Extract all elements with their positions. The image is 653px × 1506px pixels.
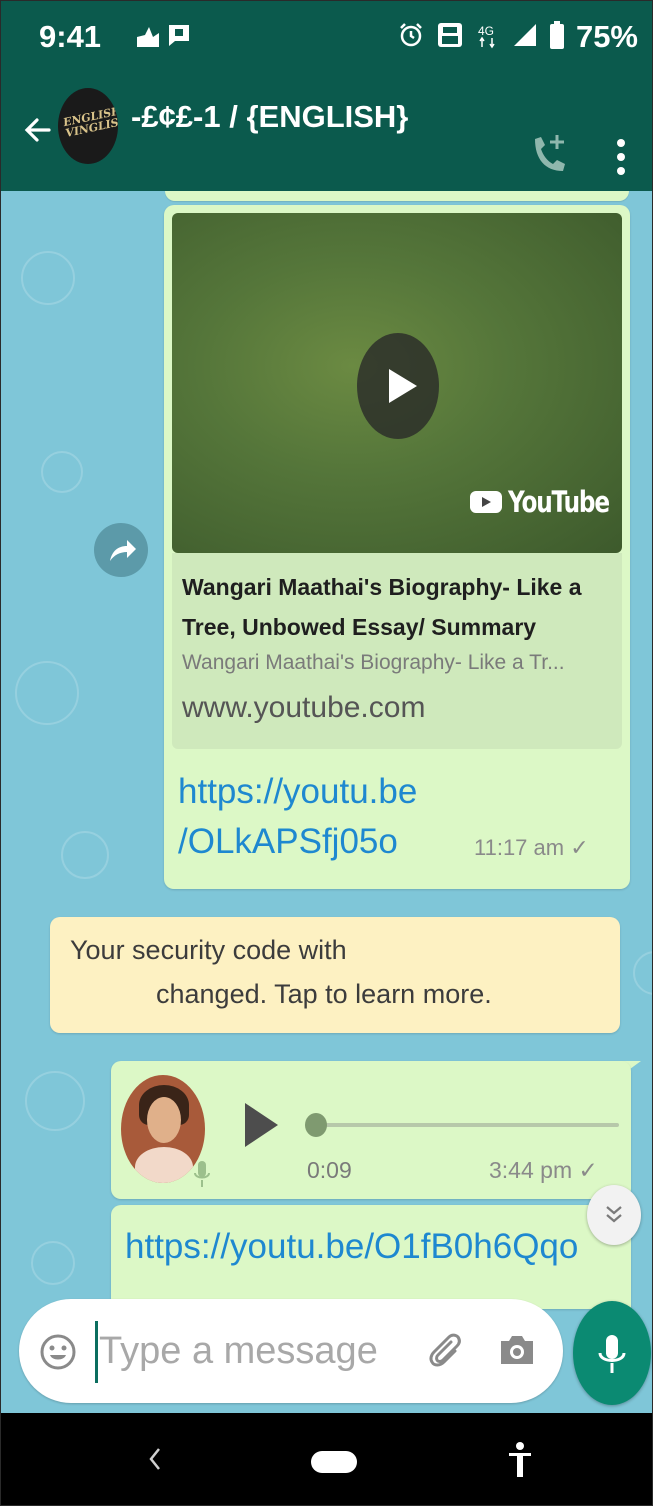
security-code-notice[interactable]: Your security code with changed. Tap to …	[50, 917, 620, 1033]
wallpaper-doodle	[21, 251, 75, 305]
mic-icon	[598, 1335, 626, 1373]
message-time: 11:17 am ✓	[474, 835, 589, 860]
chat-title[interactable]: -£¢£-1 / {ENGLISH}	[131, 99, 408, 135]
link-preview-domain: www.youtube.com	[182, 691, 426, 724]
nav-home-button[interactable]	[311, 1451, 357, 1473]
voice-seek-handle[interactable]	[305, 1113, 327, 1137]
youtube-badge-label: YouTube	[508, 485, 610, 519]
status-right: 4G 75%	[398, 19, 638, 55]
text-cursor	[95, 1321, 98, 1383]
wallpaper-doodle	[31, 1241, 75, 1285]
sent-check-icon: ✓	[570, 835, 589, 860]
link-preview-card[interactable]: Wangari Maathai's Biography- Like a Tree…	[172, 553, 622, 749]
system-message-line: Your security code with	[70, 935, 347, 965]
message-input[interactable]	[99, 1317, 399, 1385]
wallpaper-doodle	[25, 1071, 85, 1131]
avatar-logo: ENGLISH VINGLISH	[62, 104, 118, 140]
wallpaper-doodle	[633, 951, 652, 995]
message-link[interactable]: https://youtu.be /OLkAPSfj05o	[178, 767, 417, 867]
wallpaper-doodle	[41, 451, 83, 493]
emoji-icon[interactable]	[39, 1333, 77, 1376]
voice-play-icon[interactable]	[245, 1103, 278, 1147]
message-text[interactable]: https://youtu.be/O1fB0h6Qqo	[111, 1205, 631, 1309]
more-vert-icon[interactable]	[615, 137, 627, 182]
voice-duration: 0:09	[307, 1157, 352, 1183]
4g-icon: 4G	[476, 21, 500, 54]
message-time: 3:44 pm ✓	[489, 1157, 598, 1183]
youtube-logo-icon	[470, 491, 502, 513]
svg-text:4G: 4G	[478, 24, 494, 38]
chat-header[interactable]: ENGLISH VINGLISH -£¢£-1 / {ENGLISH}	[1, 81, 652, 191]
notification-icon	[135, 23, 161, 54]
wallpaper-doodle	[15, 661, 79, 725]
sent-check-icon: ✓	[578, 1157, 598, 1183]
play-icon	[389, 369, 417, 403]
battery-icon	[549, 20, 564, 54]
volte-icon	[436, 21, 464, 54]
message-link[interactable]: https://youtu.be/O1fB0h6Qqo	[125, 1227, 625, 1267]
chat-area[interactable]: YouTube Wangari Maathai's Biography- Lik…	[1, 191, 652, 1413]
status-bar: 9:41 4G 75%	[1, 1, 652, 81]
scroll-to-bottom-button[interactable]	[587, 1185, 641, 1245]
attach-icon[interactable]	[427, 1331, 467, 1376]
signal-icon	[512, 22, 538, 53]
nav-back-icon[interactable]	[147, 1445, 163, 1478]
video-thumbnail[interactable]: YouTube	[172, 213, 622, 553]
accessibility-icon[interactable]	[507, 1441, 533, 1486]
back-arrow-icon[interactable]	[23, 115, 53, 150]
wallpaper-doodle	[61, 831, 109, 879]
camera-icon[interactable]	[497, 1331, 537, 1374]
group-avatar[interactable]: ENGLISH VINGLISH	[58, 88, 118, 164]
message-composer[interactable]	[19, 1299, 563, 1403]
voice-seek-bar[interactable]	[311, 1123, 619, 1127]
battery-percent: 75%	[575, 19, 638, 54]
voice-record-button[interactable]	[573, 1301, 651, 1405]
mic-icon	[193, 1159, 211, 1194]
youtube-badge: YouTube	[470, 485, 622, 519]
link-preview-title: Wangari Maathai's Biography- Like a Tree…	[182, 574, 582, 640]
status-time: 9:41	[39, 19, 102, 54]
double-chevron-down-icon	[606, 1206, 622, 1223]
message-voice-note[interactable]: 0:09 3:44 pm ✓	[111, 1061, 631, 1199]
alarm-icon	[398, 22, 424, 53]
forward-button[interactable]	[94, 523, 148, 577]
system-message-line: changed. Tap to learn more.	[156, 979, 492, 1009]
forward-icon	[110, 540, 136, 561]
link-preview-description: Wangari Maathai's Biography- Like a Tr..…	[182, 651, 565, 674]
add-call-icon[interactable]	[529, 133, 569, 182]
message-icon	[167, 23, 191, 52]
video-play-button[interactable]	[357, 333, 439, 439]
previous-message-bubble	[165, 191, 629, 201]
message-link-preview[interactable]: YouTube Wangari Maathai's Biography- Lik…	[164, 205, 630, 889]
phone-screen: 9:41 4G 75% ENGLISH VINGLISH -£¢£-1 / {E…	[0, 0, 653, 1506]
system-nav-bar	[1, 1413, 652, 1505]
